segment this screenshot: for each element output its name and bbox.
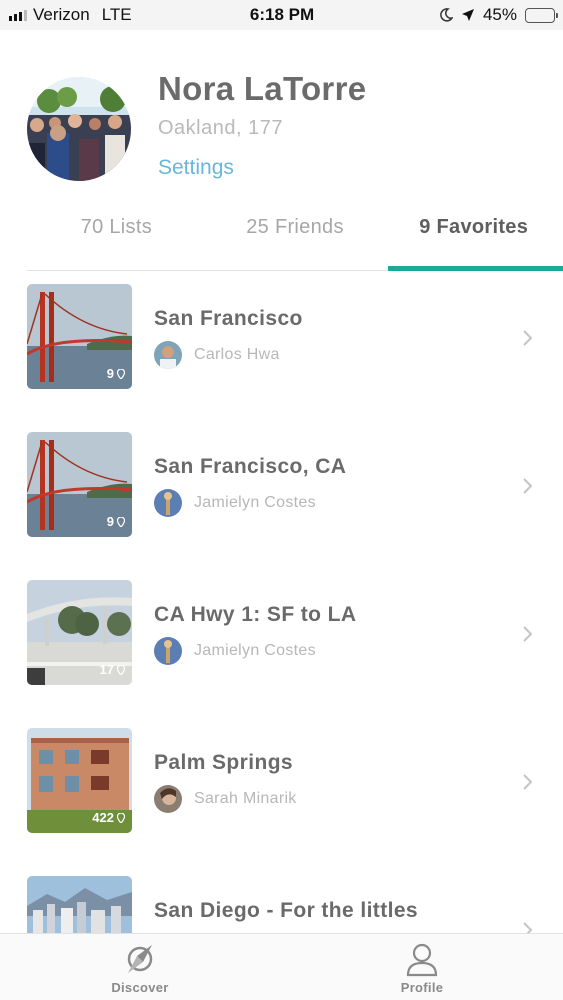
cellular-signal-icon <box>9 9 27 21</box>
nav-discover[interactable]: Discover <box>70 934 210 1000</box>
pin-count: 9 <box>107 514 125 529</box>
map-pin-icon <box>117 368 125 379</box>
pin-count: 422 <box>92 810 125 825</box>
compass-icon <box>127 945 153 973</box>
owner-name: Carlos Hwa <box>194 346 280 363</box>
tab-favorites[interactable]: 9 Favorites <box>384 205 563 271</box>
profile-location: Oakland, 177 <box>158 117 283 139</box>
profile-name: Nora LaTorre <box>158 70 367 107</box>
list-title: San Francisco <box>154 307 303 330</box>
profile-photo <box>27 77 131 181</box>
list-owner: Jamielyn Costes <box>154 637 316 665</box>
owner-name: Jamielyn Costes <box>194 642 316 659</box>
status-right: 45% <box>365 5 558 25</box>
list-title: San Francisco, CA <box>154 455 347 478</box>
list-thumbnail: 9 <box>27 284 132 389</box>
list-title: San Diego - For the littles <box>154 899 418 922</box>
chevron-right-icon <box>523 626 533 642</box>
list-title: Palm Springs <box>154 751 294 774</box>
battery-icon <box>525 7 558 23</box>
bottom-nav: Discover Profile <box>0 933 563 1000</box>
list-item[interactable]: 9 San Francisco Carlos Hwa <box>0 271 563 419</box>
favorites-list: 9 San Francisco Carlos Hwa 9 San Francis… <box>0 271 563 933</box>
chevron-right-icon <box>523 478 533 494</box>
list-thumbnail: 17 <box>27 580 132 685</box>
chevron-right-icon <box>523 774 533 790</box>
city-skyline-image <box>27 876 132 933</box>
map-pin-icon <box>117 516 125 527</box>
list-owner: Sarah Minarik <box>154 785 297 813</box>
status-left: Verizon LTE <box>9 5 199 25</box>
nav-profile-label: Profile <box>400 980 444 995</box>
nav-profile[interactable]: Profile <box>352 934 492 1000</box>
map-pin-icon <box>117 812 125 823</box>
pin-count: 9 <box>107 366 125 381</box>
chevron-right-icon <box>523 922 533 933</box>
battery-percent: 45% <box>482 5 517 24</box>
location-arrow-icon <box>461 9 474 21</box>
list-item[interactable]: San Diego - For the littles <box>0 863 563 933</box>
status-time: 6:18 PM <box>249 5 315 24</box>
tab-lists[interactable]: 70 Lists <box>27 205 206 270</box>
nav-discover-label: Discover <box>111 980 169 995</box>
chevron-right-icon <box>523 330 533 346</box>
list-thumbnail <box>27 876 132 933</box>
owner-name: Jamielyn Costes <box>194 494 316 511</box>
list-item[interactable]: 422 Palm Springs Sarah Minarik <box>0 715 563 863</box>
status-bar: Verizon LTE 6:18 PM 45% <box>0 0 563 30</box>
user-icon <box>406 943 438 977</box>
network-label: LTE <box>101 5 132 24</box>
list-owner: Carlos Hwa <box>154 341 280 369</box>
profile-avatar[interactable] <box>27 77 131 181</box>
map-pin-icon <box>117 664 125 675</box>
owner-name: Sarah Minarik <box>194 790 297 807</box>
pin-count: 17 <box>100 662 125 677</box>
moon-icon <box>440 8 453 22</box>
list-item[interactable]: 9 San Francisco, CA Jamielyn Costes <box>0 419 563 567</box>
tab-friends[interactable]: 25 Friends <box>206 205 385 270</box>
list-thumbnail: 422 <box>27 728 132 833</box>
list-thumbnail: 9 <box>27 432 132 537</box>
list-title: CA Hwy 1: SF to LA <box>154 603 357 626</box>
list-owner: Jamielyn Costes <box>154 489 316 517</box>
settings-link[interactable]: Settings <box>158 156 234 180</box>
owner-avatar <box>154 341 182 369</box>
list-item[interactable]: 17 CA Hwy 1: SF to LA Jamielyn Costes <box>0 567 563 715</box>
owner-avatar <box>154 785 182 813</box>
owner-avatar <box>154 489 182 517</box>
owner-avatar <box>154 637 182 665</box>
profile-tabs: 70 Lists 25 Friends 9 Favorites <box>27 205 563 271</box>
carrier-label: Verizon <box>33 5 90 24</box>
